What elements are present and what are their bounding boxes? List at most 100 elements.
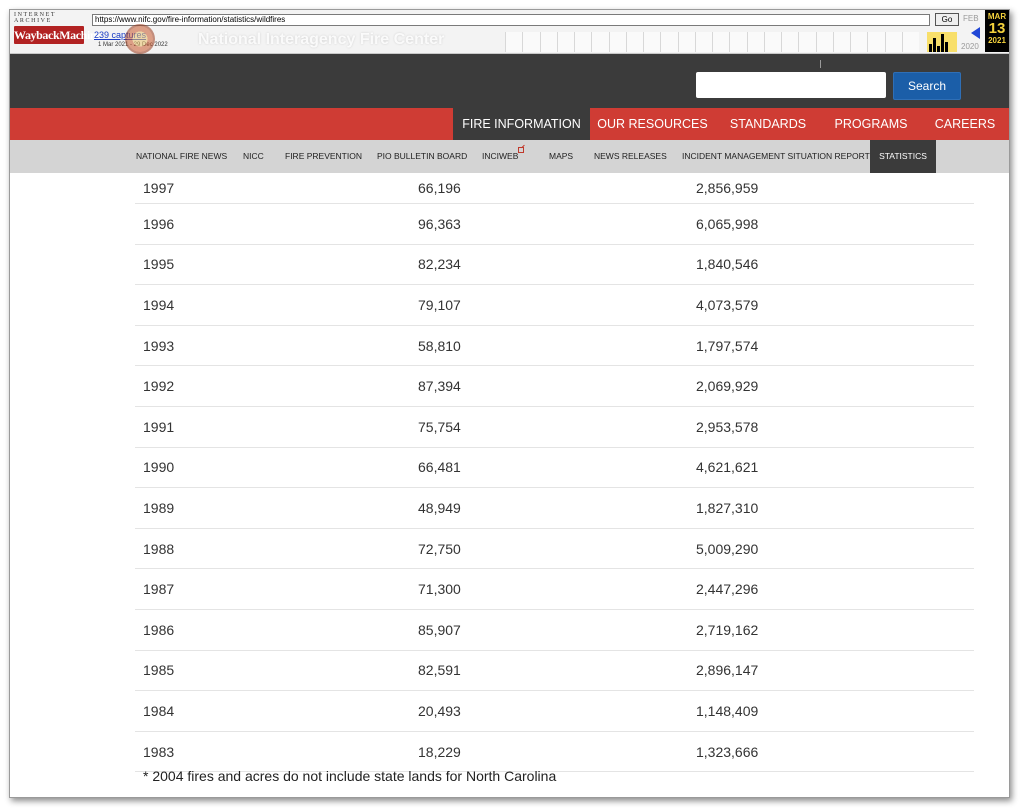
wayback-prev-month[interactable]: FEB	[963, 14, 979, 23]
cell-year: 1989	[143, 499, 175, 516]
subnav-maps[interactable]: MAPS	[549, 140, 573, 173]
cell-year: 1992	[143, 378, 175, 395]
nav-our-resources[interactable]: OUR RESOURCES	[590, 108, 715, 140]
wildfire-statistics-table: 1997 66,196 2,856,959 1996 96,363 6,065,…	[135, 173, 974, 773]
cell-year: 1987	[143, 581, 175, 598]
subnav-incident-management-situation-report[interactable]: INCIDENT MANAGEMENT SITUATION REPORT	[682, 140, 870, 173]
cell-year: 1986	[143, 621, 175, 638]
cell-fires: 75,754	[418, 418, 461, 435]
table-row: 1989 48,949 1,827,310	[135, 488, 974, 529]
nav-fire-information[interactable]: FIRE INFORMATION	[453, 108, 590, 140]
cell-acres: 4,073,579	[696, 296, 759, 313]
cell-acres: 1,827,310	[696, 499, 759, 516]
table-footnote: * 2004 fires and acres do not include st…	[143, 768, 557, 784]
cell-fires: 96,363	[418, 215, 461, 232]
site-title[interactable]: National Interagency Fire Center	[198, 31, 444, 49]
table-row: 1991 75,754 2,953,578	[135, 407, 974, 448]
wayback-current-day: 13	[988, 20, 1006, 37]
subnav-fire-prevention[interactable]: FIRE PREVENTION	[285, 140, 362, 173]
table-row: 1986 85,907 2,719,162	[135, 610, 974, 651]
cell-acres: 2,719,162	[696, 621, 759, 638]
table-row: 1997 66,196 2,856,959	[135, 173, 974, 204]
table-row: 1988 72,750 5,009,290	[135, 529, 974, 570]
table-row: 1996 96,363 6,065,998	[135, 204, 974, 245]
cell-acres: 5,009,290	[696, 540, 759, 557]
table-row: 1992 87,394 2,069,929	[135, 366, 974, 407]
cell-fires: 82,591	[418, 662, 461, 679]
wayback-logo-main: WaybackMachine	[14, 26, 102, 44]
search-input[interactable]	[696, 72, 886, 98]
search-button[interactable]: Search	[893, 72, 961, 100]
subnav-pio-bulletin-board[interactable]: PIO BULLETIN BOARD	[377, 140, 467, 173]
cell-fires: 72,750	[418, 540, 461, 557]
wayback-sparkline[interactable]	[505, 32, 919, 52]
subnav-nicc[interactable]: NICC	[243, 140, 264, 173]
cell-fires: 48,949	[418, 499, 461, 516]
wayback-toolbar: INTERNET ARCHIVE WaybackMachine Go 239 c…	[10, 10, 1009, 54]
wayback-logo-top: INTERNET ARCHIVE	[14, 12, 57, 24]
cell-fires: 18,229	[418, 743, 461, 760]
nav-standards[interactable]: STANDARDS	[715, 108, 821, 140]
cell-acres: 1,148,409	[696, 702, 759, 719]
table-row: 1993 58,810 1,797,574	[135, 326, 974, 367]
wayback-capture-histogram[interactable]	[927, 32, 957, 52]
subnav-national-fire-news[interactable]: NATIONAL FIRE NEWS	[136, 140, 227, 173]
table-row: 1995 82,234 1,840,546	[135, 245, 974, 286]
cell-fires: 66,196	[418, 180, 461, 196]
cell-acres: 1,797,574	[696, 337, 759, 354]
cell-acres: 2,069,929	[696, 378, 759, 395]
wayback-logo[interactable]: INTERNET ARCHIVE WaybackMachine	[14, 12, 102, 44]
cell-acres: 2,447,296	[696, 581, 759, 598]
table-row: 1987 71,300 2,447,296	[135, 569, 974, 610]
cell-fires: 71,300	[418, 581, 461, 598]
cell-fires: 79,107	[418, 296, 461, 313]
cell-acres: 1,323,666	[696, 743, 759, 760]
subnav-inciweb[interactable]: INCIWEB	[482, 140, 518, 173]
main-nav: FIRE INFORMATION OUR RESOURCES STANDARDS…	[10, 108, 1009, 140]
cell-year: 1984	[143, 702, 175, 719]
table-row: 1990 66,481 4,621,621	[135, 448, 974, 489]
table-row: 1983 18,229 1,323,666	[135, 732, 974, 773]
wayback-prev-arrow-icon[interactable]	[971, 27, 980, 39]
cell-acres: 2,953,578	[696, 418, 759, 435]
cell-acres: 4,621,621	[696, 459, 759, 476]
cell-fires: 82,234	[418, 256, 461, 273]
cell-year: 1996	[143, 215, 175, 232]
cell-year: 1988	[143, 540, 175, 557]
subnav-statistics[interactable]: STATISTICS	[870, 140, 936, 173]
table-row: 1994 79,107 4,073,579	[135, 285, 974, 326]
cell-year: 1994	[143, 296, 175, 313]
table-row: 1985 82,591 2,896,147	[135, 651, 974, 692]
wayback-url-input[interactable]	[92, 14, 930, 26]
wayback-current-date: MAR 13 2021	[985, 10, 1009, 52]
browser-viewport: INTERNET ARCHIVE WaybackMachine Go 239 c…	[9, 9, 1010, 798]
cell-acres: 2,896,147	[696, 662, 759, 679]
table-row: 1984 20,493 1,148,409	[135, 691, 974, 732]
wayback-current-year: 2021	[988, 36, 1006, 45]
nifc-seal-icon	[125, 24, 155, 54]
cell-year: 1993	[143, 337, 175, 354]
wayback-go-button[interactable]: Go	[935, 13, 959, 26]
cell-year: 1991	[143, 418, 175, 435]
cell-fires: 85,907	[418, 621, 461, 638]
subnav-news-releases[interactable]: NEWS RELEASES	[594, 140, 667, 173]
cell-year: 1983	[143, 743, 175, 760]
cell-year: 1985	[143, 662, 175, 679]
cell-fires: 58,810	[418, 337, 461, 354]
site-header: Search	[10, 54, 1009, 108]
nav-programs[interactable]: PROGRAMS	[821, 108, 921, 140]
cell-acres: 2,856,959	[696, 180, 759, 196]
cell-fires: 20,493	[418, 702, 461, 719]
sub-nav: NATIONAL FIRE NEWS NICC FIRE PREVENTION …	[10, 140, 1009, 173]
cell-acres: 1,840,546	[696, 256, 759, 273]
external-link-icon	[518, 147, 524, 153]
wayback-prev-year[interactable]: 2020	[961, 42, 979, 51]
cell-acres: 6,065,998	[696, 215, 759, 232]
cell-year: 1990	[143, 459, 175, 476]
header-divider	[820, 60, 821, 68]
cell-fires: 87,394	[418, 378, 461, 395]
nav-careers[interactable]: CAREERS	[921, 108, 1009, 140]
cell-fires: 66,481	[418, 459, 461, 476]
cell-year: 1997	[143, 180, 175, 196]
cell-year: 1995	[143, 256, 175, 273]
